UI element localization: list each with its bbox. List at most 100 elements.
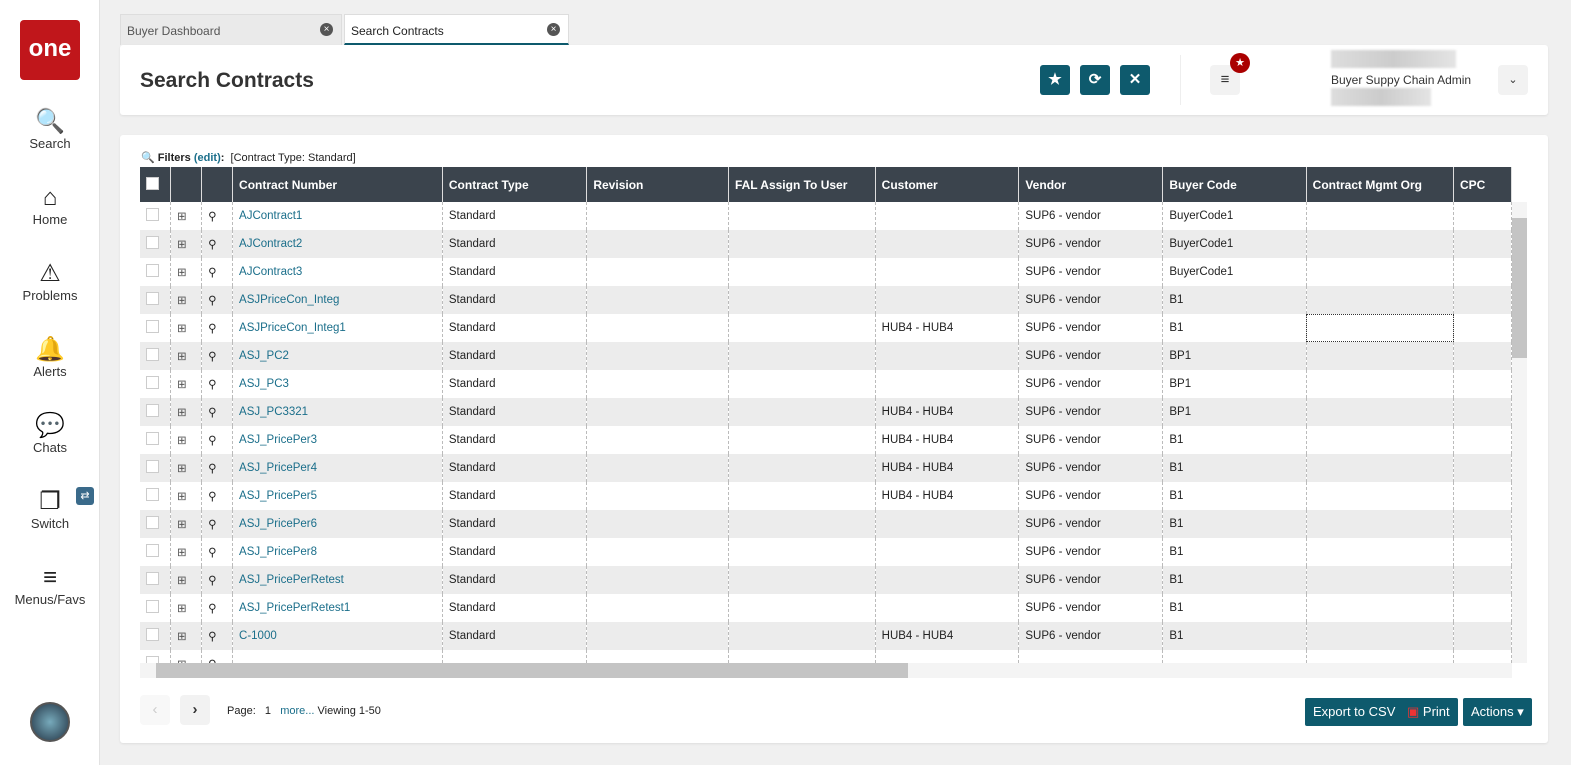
sidebar-item-problems[interactable]: ⚠ Problems	[0, 260, 100, 303]
contract-detail-icon[interactable]: ⚲	[201, 622, 234, 650]
contract-detail-icon[interactable]: ⚲	[201, 650, 234, 663]
column-header[interactable]: Vendor	[1018, 167, 1164, 202]
table-row[interactable]: ⊞ ⚲ ASJ_PricePerRetest1 Standard SUP6 - vend…	[140, 594, 1512, 622]
row-checkbox[interactable]	[140, 398, 171, 426]
favorite-button[interactable]: ★	[1040, 65, 1070, 95]
expand-icon[interactable]: ⊞	[170, 566, 203, 594]
column-header[interactable]: CPC	[1453, 167, 1512, 202]
table-row[interactable]: ⊞ ⚲ ASJPriceCon_Integ1 Standard HUB4 - HUB4 S…	[140, 314, 1512, 342]
expand-icon[interactable]: ⊞	[170, 398, 203, 426]
print-button[interactable]: ▣ Print	[1399, 698, 1458, 726]
table-row[interactable]: ⊞ ⚲ ASJ_PricePer3 Standard HUB4 - HUB4 SUP6 -…	[140, 426, 1512, 454]
app-logo[interactable]: one	[20, 20, 80, 80]
column-header[interactable]: Contract Mgmt Org	[1306, 167, 1455, 202]
sidebar-item-home[interactable]: ⌂ Home	[0, 184, 100, 227]
expand-icon[interactable]: ⊞	[170, 454, 203, 482]
expand-icon[interactable]: ⊞	[170, 538, 203, 566]
row-checkbox[interactable]	[140, 482, 171, 510]
contract-detail-icon[interactable]: ⚲	[201, 230, 234, 258]
row-checkbox[interactable]	[140, 230, 171, 258]
contract-detail-icon[interactable]: ⚲	[201, 538, 234, 566]
table-row[interactable]: ⊞ ⚲ ASJ_PC2 Standard SUP6 - vendor BP1	[140, 342, 1512, 370]
close-icon[interactable]: ×	[547, 23, 560, 36]
table-row[interactable]: ⊞⚲	[140, 650, 1512, 663]
column-header[interactable]: Revision	[586, 167, 729, 202]
close-icon[interactable]: ×	[320, 23, 333, 36]
table-row[interactable]: ⊞ ⚲ ASJ_PricePer6 Standard SUP6 - vendor B1	[140, 510, 1512, 538]
expand-icon[interactable]: ⊞	[170, 510, 203, 538]
expand-icon[interactable]: ⊞	[170, 202, 203, 230]
column-header[interactable]: Contract Type	[442, 167, 588, 202]
contract-detail-icon[interactable]: ⚲	[201, 202, 234, 230]
table-row[interactable]: ⊞ ⚲ AJContract1 Standard SUP6 - vendor BuyerC…	[140, 202, 1512, 230]
cell[interactable]: ASJ_PricePerRetest1	[232, 594, 443, 622]
contract-detail-icon[interactable]: ⚲	[201, 566, 234, 594]
expand-icon[interactable]: ⊞	[170, 426, 203, 454]
sidebar-item-chats[interactable]: 💬 Chats	[0, 412, 100, 455]
table-row[interactable]: ⊞ ⚲ C-1000 Standard HUB4 - HUB4 SUP6 - vendor…	[140, 622, 1512, 650]
cell[interactable]: AJContract2	[232, 230, 443, 258]
cell[interactable]: ASJ_PricePer8	[232, 538, 443, 566]
row-checkbox[interactable]	[140, 510, 171, 538]
cell[interactable]	[232, 650, 443, 663]
contract-detail-icon[interactable]: ⚲	[201, 426, 234, 454]
expand-icon[interactable]: ⊞	[170, 370, 203, 398]
sidebar-item-alerts[interactable]: 🔔 Alerts	[0, 336, 100, 379]
contract-detail-icon[interactable]: ⚲	[201, 370, 234, 398]
refresh-button[interactable]: ⟳	[1080, 65, 1110, 95]
row-checkbox[interactable]	[140, 202, 171, 230]
cell[interactable]: AJContract3	[232, 258, 443, 286]
table-row[interactable]: ⊞ ⚲ ASJ_PricePer4 Standard HUB4 - HUB4 SUP6 -…	[140, 454, 1512, 482]
more-pages-link[interactable]: more...	[280, 705, 314, 717]
filters-edit-link[interactable]: (edit)	[194, 152, 221, 164]
table-row[interactable]: ⊞ ⚲ ASJ_PC3321 Standard HUB4 - HUB4 SUP6 - ve…	[140, 398, 1512, 426]
cell[interactable]: AJContract1	[232, 202, 443, 230]
expand-icon[interactable]: ⊞	[170, 258, 203, 286]
contract-detail-icon[interactable]: ⚲	[201, 258, 234, 286]
row-checkbox[interactable]	[140, 650, 171, 663]
row-checkbox[interactable]	[140, 286, 171, 314]
column-header[interactable]: Contract Number	[232, 167, 443, 202]
cell[interactable]: ASJ_PC3321	[232, 398, 443, 426]
close-button[interactable]: ✕	[1120, 65, 1150, 95]
export-csv-button[interactable]: Export to CSV	[1305, 698, 1404, 726]
row-checkbox[interactable]	[140, 258, 171, 286]
tab-buyer-dashboard[interactable]: Buyer Dashboard ×	[120, 14, 342, 45]
expand-icon[interactable]: ⊞	[170, 650, 203, 663]
prev-page-button[interactable]: ‹	[140, 695, 170, 725]
column-header[interactable]: FAL Assign To User	[728, 167, 876, 202]
contract-detail-icon[interactable]: ⚲	[201, 594, 234, 622]
row-checkbox[interactable]	[140, 594, 171, 622]
cell[interactable]: ASJPriceCon_Integ	[232, 286, 443, 314]
row-checkbox[interactable]	[140, 538, 171, 566]
expand-icon[interactable]: ⊞	[170, 594, 203, 622]
tab-search-contracts[interactable]: Search Contracts ×	[344, 14, 569, 45]
expand-icon[interactable]: ⊞	[170, 286, 203, 314]
contract-detail-icon[interactable]: ⚲	[201, 398, 234, 426]
contract-detail-icon[interactable]: ⚲	[201, 314, 234, 342]
cell[interactable]: ASJ_PC3	[232, 370, 443, 398]
column-header[interactable]: Buyer Code	[1162, 167, 1307, 202]
contract-detail-icon[interactable]: ⚲	[201, 286, 234, 314]
avatar[interactable]	[30, 702, 70, 742]
expand-icon[interactable]: ⊞	[170, 622, 203, 650]
row-checkbox[interactable]	[140, 454, 171, 482]
cell[interactable]: ASJ_PricePerRetest	[232, 566, 443, 594]
table-row[interactable]: ⊞ ⚲ ASJ_PricePerRetest Standard SUP6 - vendo…	[140, 566, 1512, 594]
table-row[interactable]: ⊞ ⚲ ASJ_PricePer5 Standard HUB4 - HUB4 SUP6 -…	[140, 482, 1512, 510]
table-row[interactable]: ⊞ ⚲ ASJPriceCon_Integ Standard SUP6 - vendor…	[140, 286, 1512, 314]
cell[interactable]: ASJ_PricePer5	[232, 482, 443, 510]
cell[interactable]: ASJPriceCon_Integ1	[232, 314, 443, 342]
cell[interactable]: C-1000	[232, 622, 443, 650]
row-checkbox[interactable]	[140, 566, 171, 594]
expand-icon[interactable]: ⊞	[170, 230, 203, 258]
contract-detail-icon[interactable]: ⚲	[201, 482, 234, 510]
actions-button[interactable]: Actions ▾	[1463, 698, 1532, 726]
next-page-button[interactable]: ›	[180, 695, 210, 725]
sidebar-item-menus-favs[interactable]: ≡ Menus/Favs	[0, 564, 100, 607]
table-row[interactable]: ⊞ ⚲ AJContract2 Standard SUP6 - vendor BuyerC…	[140, 230, 1512, 258]
contract-detail-icon[interactable]: ⚲	[201, 342, 234, 370]
row-checkbox[interactable]	[140, 342, 171, 370]
cell[interactable]: ASJ_PricePer6	[232, 510, 443, 538]
table-row[interactable]: ⊞ ⚲ ASJ_PricePer8 Standard SUP6 - vendor B1	[140, 538, 1512, 566]
